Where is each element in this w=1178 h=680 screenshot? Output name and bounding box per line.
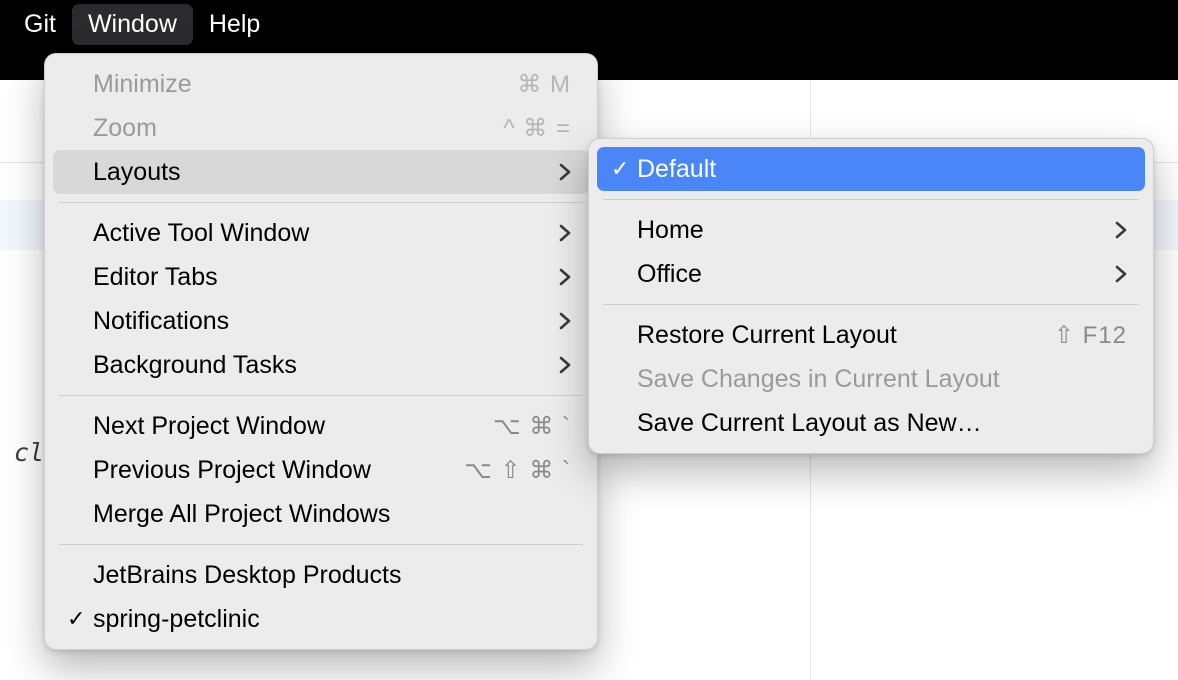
menu-zoom-shortcut: ^ ⌘ = <box>503 114 571 143</box>
window-menu: Minimize ⌘ M Zoom ^ ⌘ = Layouts Active T… <box>44 53 598 650</box>
menu-spring-petclinic[interactable]: ✓ spring-petclinic <box>53 597 589 641</box>
editor-snippet: cl <box>14 438 44 467</box>
menu-minimize: Minimize ⌘ M <box>53 62 589 106</box>
menu-merge-all-project-windows[interactable]: Merge All Project Windows <box>53 492 589 536</box>
submenu-save-current-layout-as-new[interactable]: Save Current Layout as New… <box>597 401 1145 445</box>
menu-separator <box>603 199 1139 200</box>
menu-spring-petclinic-label: spring-petclinic <box>93 605 260 634</box>
check-icon: ✓ <box>611 158 637 180</box>
menu-next-project-window[interactable]: Next Project Window ⌥ ⌘ ` <box>53 404 589 448</box>
menu-separator <box>603 304 1139 305</box>
submenu-office[interactable]: Office <box>597 252 1145 296</box>
menu-previous-project-window-shortcut: ⌥ ⇧ ⌘ ` <box>464 456 571 485</box>
menu-editor-tabs[interactable]: Editor Tabs <box>53 255 589 299</box>
menu-active-tool-window-label: Active Tool Window <box>93 219 309 248</box>
menubar-help[interactable]: Help <box>193 4 276 45</box>
menu-separator <box>59 395 583 396</box>
chevron-right-icon <box>549 268 571 286</box>
chevron-right-icon <box>549 163 571 181</box>
layouts-submenu: ✓ Default Home Office Restore Current La… <box>588 138 1154 454</box>
menu-merge-all-label: Merge All Project Windows <box>93 500 390 529</box>
chevron-right-icon <box>549 224 571 242</box>
submenu-save-changes-label: Save Changes in Current Layout <box>637 365 1000 394</box>
menu-layouts-label: Layouts <box>93 158 181 187</box>
submenu-default[interactable]: ✓ Default <box>597 147 1145 191</box>
chevron-right-icon <box>549 312 571 330</box>
submenu-save-as-new-label: Save Current Layout as New… <box>637 409 982 438</box>
menubar: Git Window Help <box>0 0 1178 48</box>
menu-notifications[interactable]: Notifications <box>53 299 589 343</box>
menu-separator <box>59 544 583 545</box>
menu-next-project-window-shortcut: ⌥ ⌘ ` <box>493 412 571 441</box>
menubar-git[interactable]: Git <box>8 4 72 45</box>
menubar-window[interactable]: Window <box>72 4 193 45</box>
menu-minimize-shortcut: ⌘ M <box>517 70 571 99</box>
menu-editor-tabs-label: Editor Tabs <box>93 263 218 292</box>
menu-jetbrains-desktop-products[interactable]: JetBrains Desktop Products <box>53 553 589 597</box>
submenu-restore-shortcut: ⇧ F12 <box>1054 321 1127 350</box>
chevron-right-icon <box>1105 265 1127 283</box>
check-icon: ✓ <box>67 608 93 630</box>
submenu-default-label: Default <box>637 155 716 184</box>
submenu-save-changes-in-current-layout: Save Changes in Current Layout <box>597 357 1145 401</box>
menu-active-tool-window[interactable]: Active Tool Window <box>53 211 589 255</box>
chevron-right-icon <box>549 356 571 374</box>
chevron-right-icon <box>1105 221 1127 239</box>
menu-zoom: Zoom ^ ⌘ = <box>53 106 589 150</box>
submenu-restore-current-layout[interactable]: Restore Current Layout ⇧ F12 <box>597 313 1145 357</box>
menu-background-tasks-label: Background Tasks <box>93 351 297 380</box>
submenu-restore-label: Restore Current Layout <box>637 321 897 350</box>
menu-previous-project-window[interactable]: Previous Project Window ⌥ ⇧ ⌘ ` <box>53 448 589 492</box>
menu-notifications-label: Notifications <box>93 307 229 336</box>
menu-previous-project-window-label: Previous Project Window <box>93 456 371 485</box>
menu-zoom-label: Zoom <box>93 114 157 143</box>
submenu-home-label: Home <box>637 216 704 245</box>
menu-minimize-label: Minimize <box>93 70 192 99</box>
menu-background-tasks[interactable]: Background Tasks <box>53 343 589 387</box>
submenu-office-label: Office <box>637 260 702 289</box>
menu-jetbrains-label: JetBrains Desktop Products <box>93 561 401 590</box>
menu-layouts[interactable]: Layouts <box>53 150 589 194</box>
menu-separator <box>59 202 583 203</box>
menu-next-project-window-label: Next Project Window <box>93 412 325 441</box>
submenu-home[interactable]: Home <box>597 208 1145 252</box>
